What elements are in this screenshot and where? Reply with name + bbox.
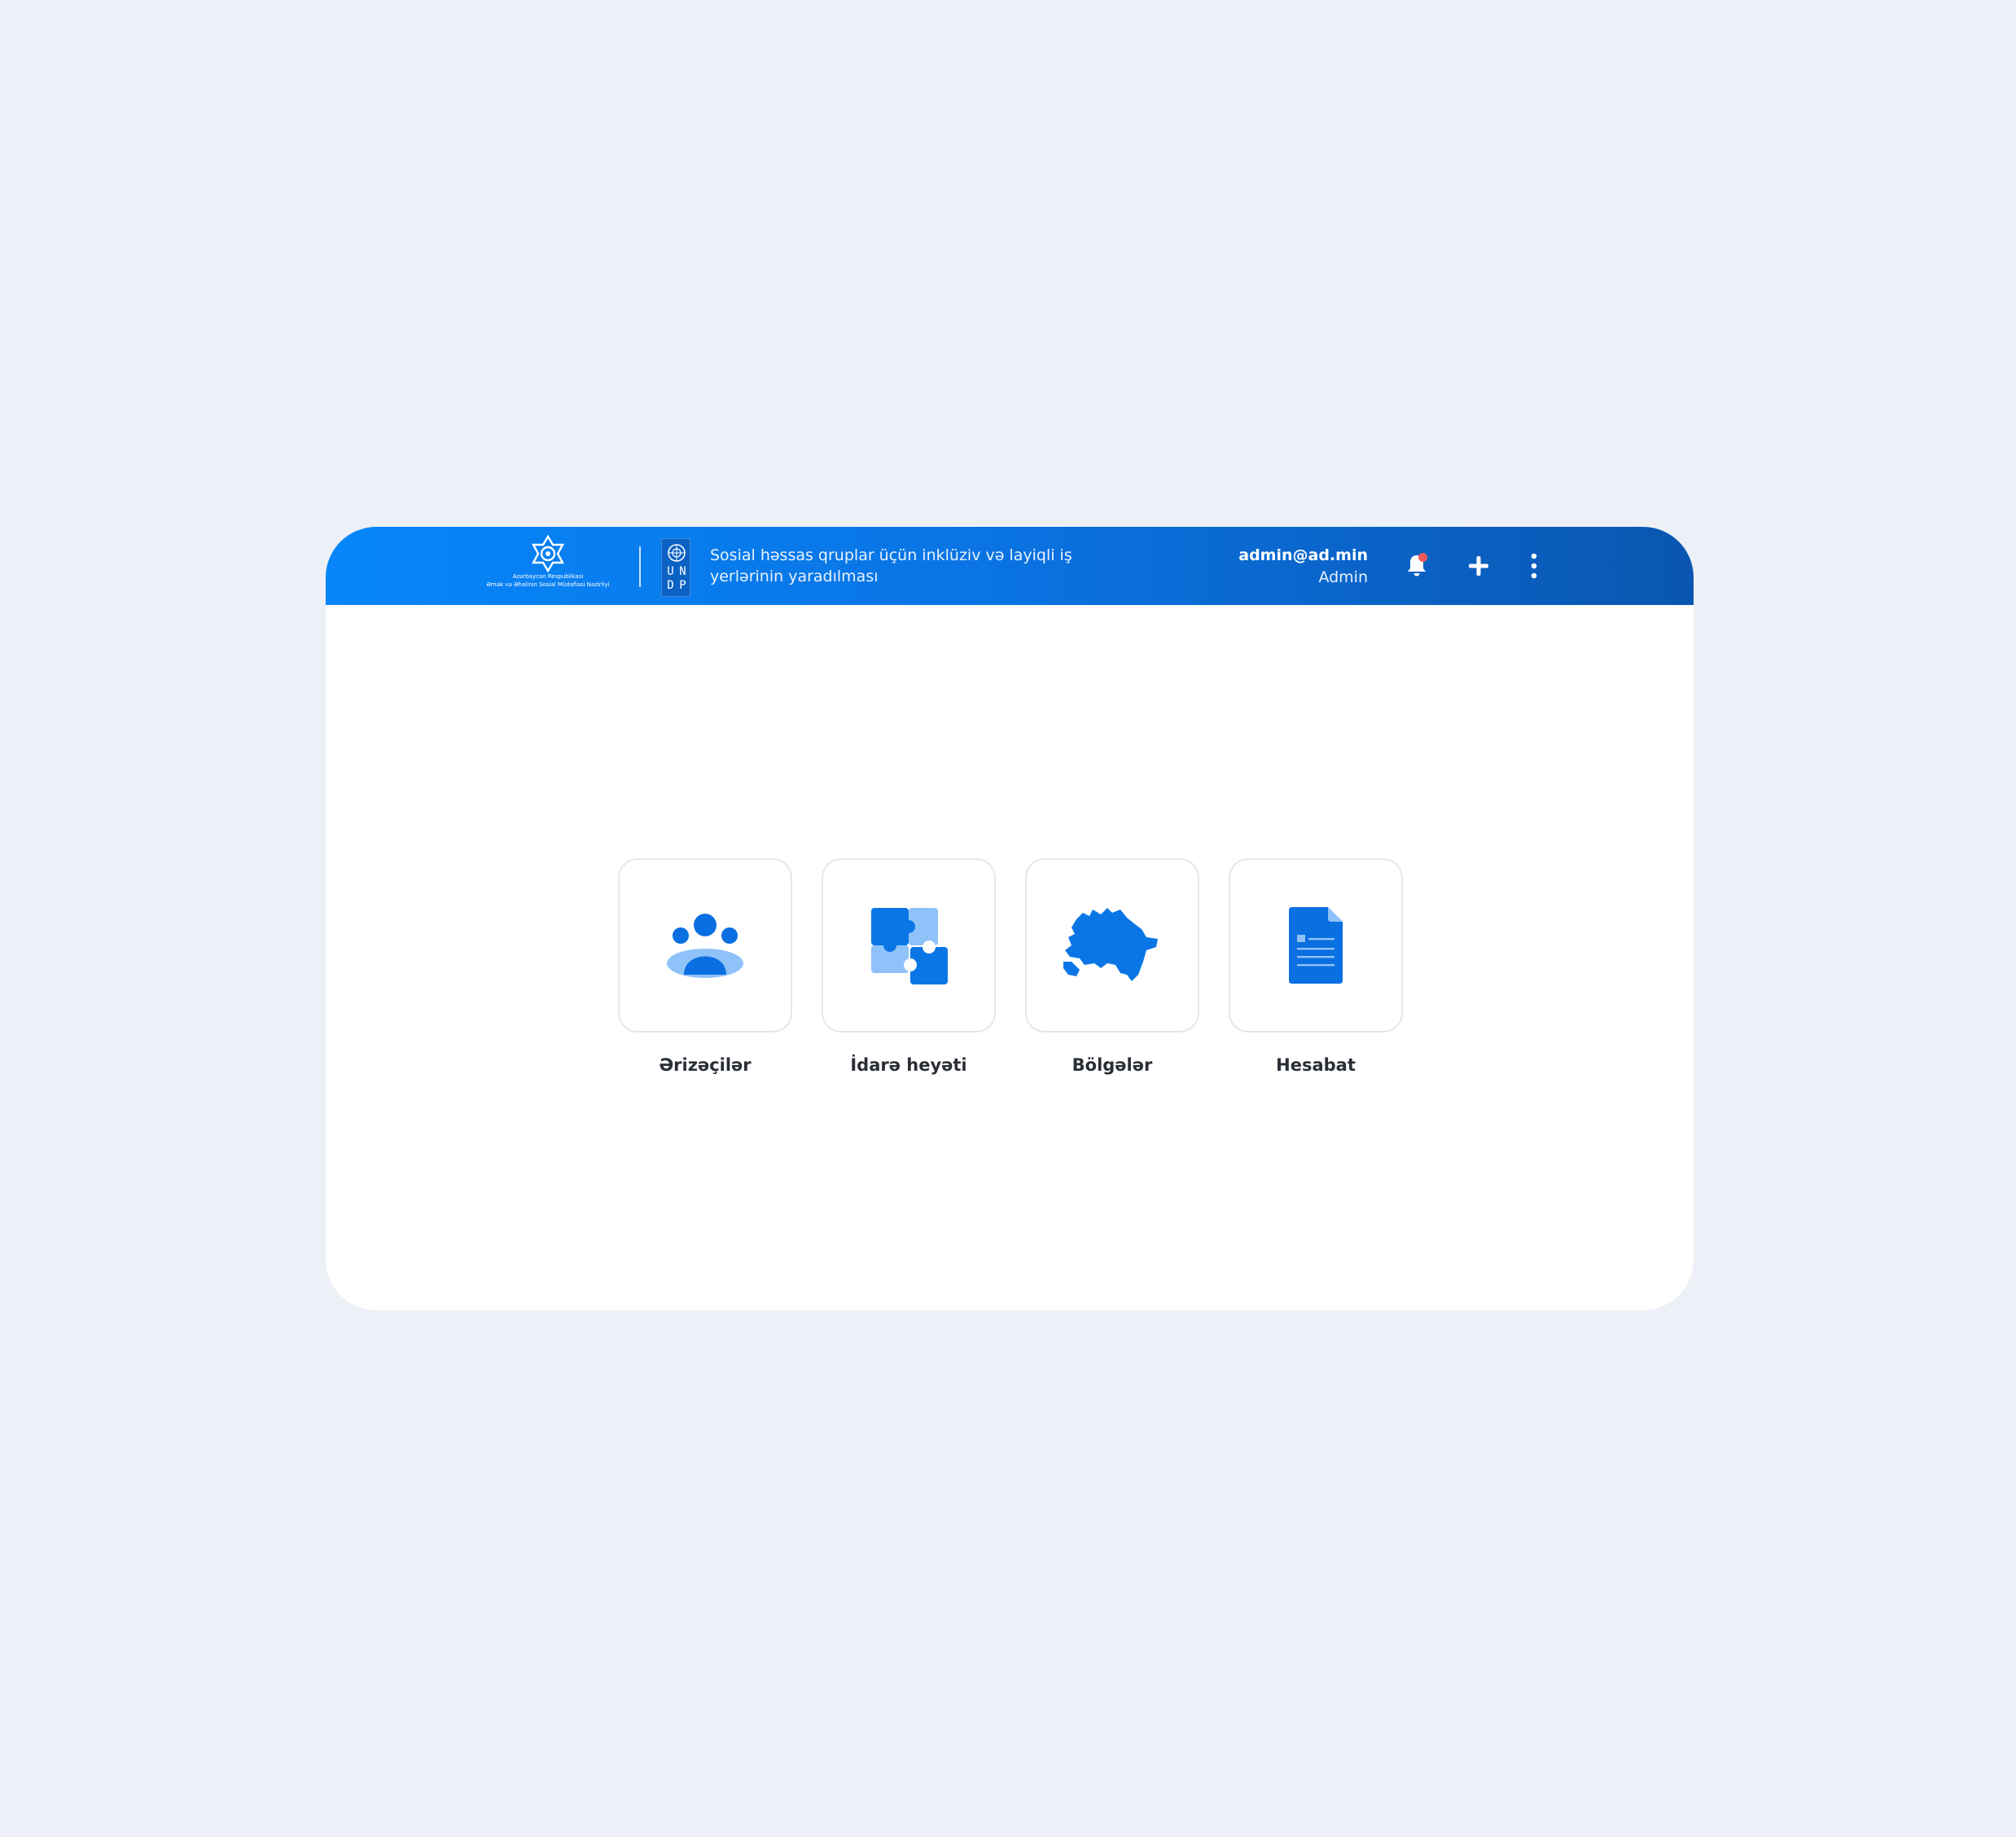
- undp-logo[interactable]: U N D P: [661, 538, 690, 597]
- un-emblem-icon: [668, 544, 686, 562]
- app-window: Azərbaycan Respublikası Əmək və Əhalinin…: [326, 527, 1694, 1310]
- dashboard-tiles: Ərizəçilər İdarə heyəti Bölgələr Hesabat: [618, 858, 1403, 1075]
- tile-label: Bölgələr: [1072, 1055, 1153, 1075]
- tile-icon-box: [618, 858, 792, 1032]
- undp-letter: P: [679, 579, 686, 592]
- tile-regions[interactable]: Bölgələr: [1025, 858, 1199, 1075]
- undp-letter: D: [667, 579, 674, 592]
- header-divider: [639, 546, 641, 587]
- user-role: Admin: [1318, 568, 1368, 586]
- ministry-logo-text-line1: Azərbaycan Respublikası: [512, 573, 584, 580]
- document-icon: [1289, 907, 1343, 984]
- project-title: Sosial həssas qruplar üçün inklüziv və l…: [710, 546, 1072, 585]
- tile-label: Hesabat: [1276, 1055, 1356, 1075]
- users-group-icon: [667, 914, 743, 978]
- ministry-logo[interactable]: Azərbaycan Respublikası Əmək və Əhalinin…: [479, 535, 617, 600]
- tile-icon-box: [1025, 858, 1199, 1032]
- ministry-emblem-icon: [531, 535, 565, 572]
- tile-label: İdarə heyəti: [850, 1055, 967, 1075]
- undp-letters: U N D P: [664, 565, 689, 593]
- tile-report[interactable]: Hesabat: [1229, 858, 1403, 1075]
- undp-letter: U: [667, 565, 674, 578]
- top-header: Azərbaycan Respublikası Əmək və Əhalinin…: [326, 527, 1694, 605]
- tile-icon-box: [822, 858, 996, 1032]
- tile-label: Ərizəçilər: [659, 1055, 752, 1075]
- puzzle-icon: [871, 908, 948, 984]
- tile-applicants[interactable]: Ərizəçilər: [618, 858, 792, 1075]
- ministry-logo-text-line2: Əmək və Əhalinin Sosial Müdafiəsi Nazirl…: [486, 581, 610, 588]
- user-email: admin@ad.min: [1238, 546, 1368, 564]
- more-options-button[interactable]: [1516, 548, 1552, 584]
- add-button[interactable]: [1461, 548, 1497, 584]
- more-vertical-icon: [1531, 553, 1537, 579]
- notification-dot: [1418, 553, 1427, 562]
- plus-icon: [1469, 556, 1488, 576]
- azerbaijan-map-icon: [1063, 908, 1158, 981]
- tile-board[interactable]: İdarə heyəti: [822, 858, 996, 1075]
- notifications-button[interactable]: [1399, 548, 1435, 584]
- undp-letter: N: [679, 565, 686, 578]
- tile-icon-box: [1229, 858, 1403, 1032]
- user-info[interactable]: admin@ad.min Admin: [1238, 545, 1368, 589]
